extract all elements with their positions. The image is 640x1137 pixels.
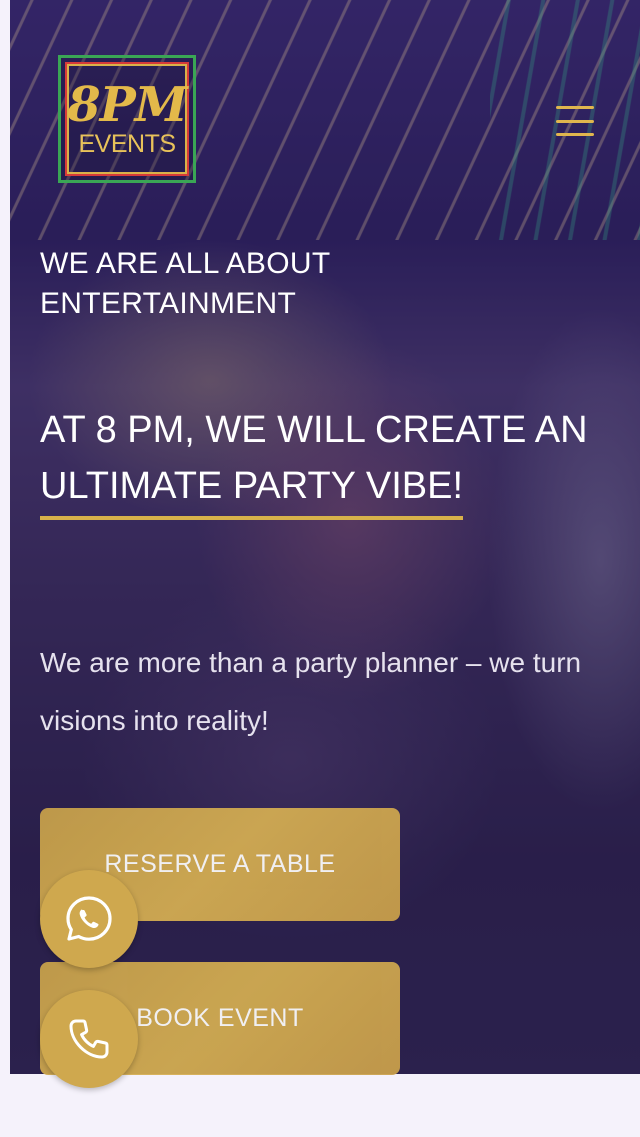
whatsapp-button[interactable] [40,870,138,968]
phone-icon [69,1019,109,1059]
menu-bar [556,119,594,123]
whatsapp-icon [66,896,112,941]
page: 8PM EVENTS WE ARE ALL ABOUT ENTERTAINMEN… [0,0,640,1137]
headline-highlight: ULTIMATE PARTY VIBE! [40,458,464,520]
menu-bar [556,106,594,109]
hero-subtext: We are more than a party planner – we tu… [40,647,582,736]
site-logo[interactable]: 8PM EVENTS [58,55,196,183]
hero-tagline: WE ARE ALL ABOUT ENTERTAINMENT [40,247,330,320]
hero-headline: AT 8 PM, WE WILL CREATE AN ULTIMATE PART… [40,402,620,520]
headline-text: AT 8 PM, WE WILL CREATE AN [40,409,588,451]
phone-button[interactable] [40,990,138,1088]
logo-main-text: 8PM [67,77,188,133]
hamburger-menu-icon[interactable] [554,102,596,140]
menu-bar [556,133,594,136]
logo-sub-text: EVENTS [78,130,176,158]
